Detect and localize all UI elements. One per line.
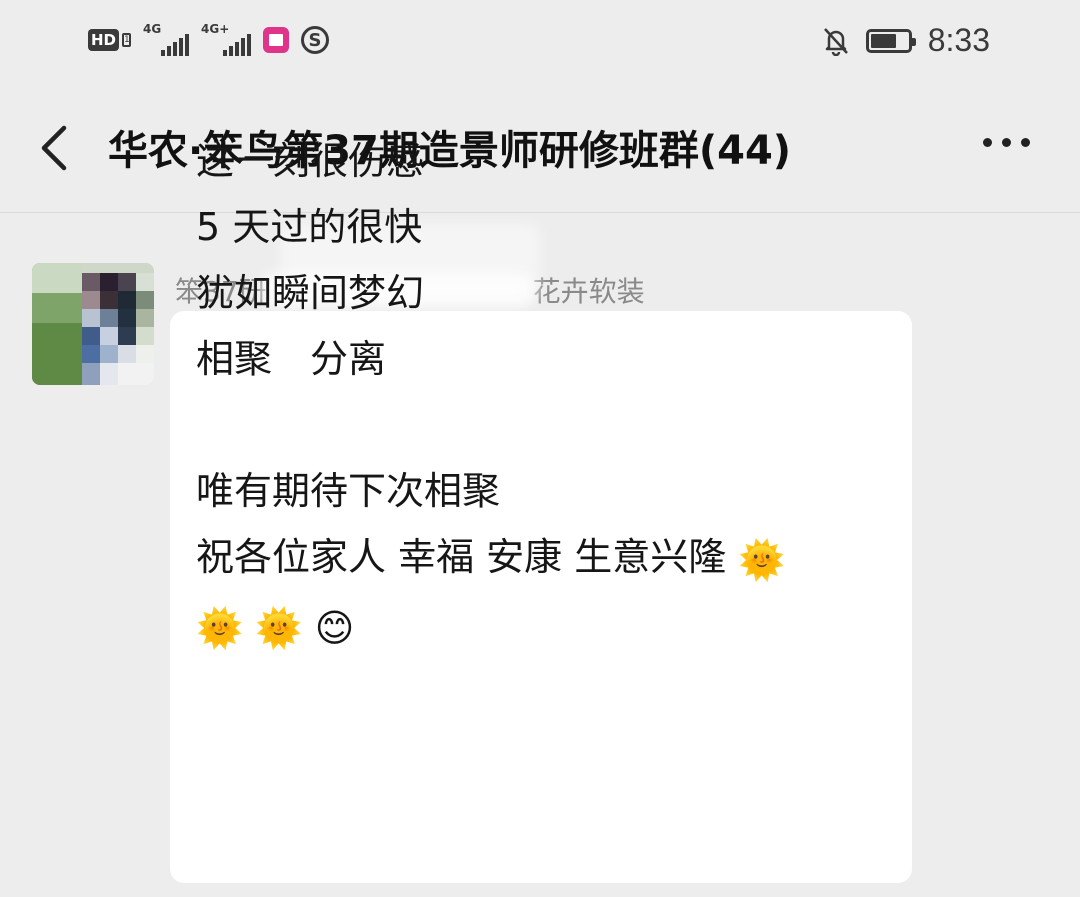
network-type-label: 4G+ (201, 22, 230, 36)
hd-label: HD (88, 29, 120, 51)
message-line-text: 祝各位家人 幸福 安康 生意兴隆 (196, 535, 739, 579)
message-line: 5 天过的很快 (196, 205, 423, 249)
s-app-icon: S (301, 26, 330, 54)
message-emoji-line: 🌞 🌞 😊 (196, 593, 896, 662)
sun-emoji-icon: 🌞 (738, 537, 786, 582)
avatar[interactable] (32, 263, 154, 385)
message-line: 唯有期待下次相聚 (196, 469, 501, 513)
message-line: 这一刻很伤感 (196, 139, 425, 183)
status-left-icons: HD 1 4G 4G+ S (88, 22, 330, 56)
hd-icon: HD 1 (88, 29, 132, 51)
emoji-sequence-icon: 🌞 🌞 😊 (196, 606, 355, 650)
message-line: 犹如瞬间梦幻 (196, 271, 425, 315)
status-right-icons: 8:33 (822, 22, 990, 59)
signal-icon: 4G+ (201, 22, 252, 56)
message-line: 相聚 分离 (196, 337, 387, 381)
bell-off-icon (823, 27, 848, 56)
network-type-label: 4G (143, 22, 162, 36)
message-line: 祝各位家人 幸福 安康 生意兴隆 🌞 (196, 524, 896, 593)
battery-icon (865, 28, 916, 53)
hd-sub-label: 1 (122, 33, 132, 47)
more-dots-icon[interactable] (983, 138, 1030, 147)
status-bar: HD 1 4G 4G+ S 8:33 (0, 0, 1080, 84)
signal-icon: 4G (143, 22, 190, 56)
chevron-left-icon[interactable] (36, 120, 76, 176)
app-notification-icon (263, 27, 290, 53)
message-text: 这一刻很伤感 5 天过的很快 犹如瞬间梦幻 相聚 分离唯有期待下次相聚祝各位家人 幸福… (196, 128, 896, 661)
clock-time: 8:33 (927, 22, 990, 58)
